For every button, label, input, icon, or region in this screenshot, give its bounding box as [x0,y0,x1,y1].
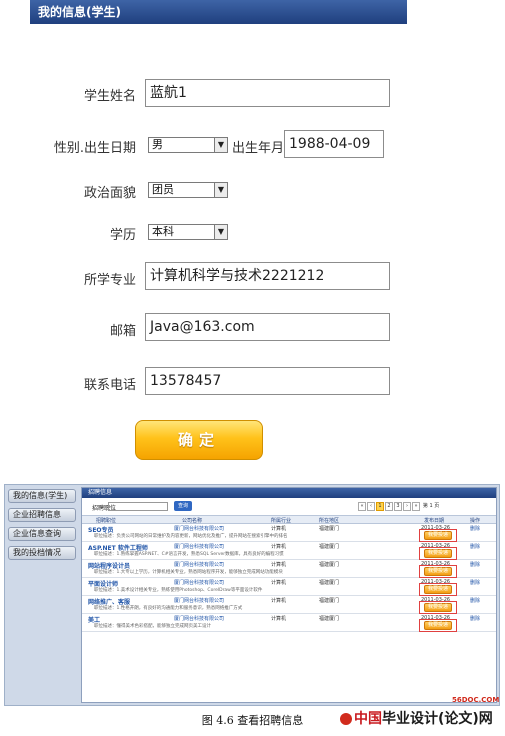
chevron-down-icon: ▼ [214,183,227,197]
education-select[interactable]: 本科 ▼ [148,224,228,240]
job-company[interactable]: 厦门网台科技有限公司 [174,579,224,586]
phone-field[interactable]: 13578457 [145,367,390,395]
job-industry: 计算机 [271,616,287,622]
job-description: 职位描述：1.熟练掌握ASP.NET、C#语言开发，熟悉SQL Server数据… [94,552,284,557]
job-industry: 计算机 [271,580,287,586]
logo-icon [340,713,352,725]
job-company[interactable]: 厦门网台科技有限公司 [174,615,224,622]
job-description: 职位描述：懂得美术色彩搭配，能够独立完成网页美工设计 [94,624,211,629]
apply-button[interactable]: 我要投递 [424,531,452,540]
name-field[interactable]: 蓝航1 [145,79,390,107]
pager-first-icon[interactable]: « [358,502,366,511]
job-company[interactable]: 厦门网台科技有限公司 [174,561,224,568]
job-location: 福建厦门 [319,598,340,604]
col-date: 发布日期 [424,518,445,524]
pager-last-icon[interactable]: » [412,502,420,511]
job-location: 福建厦门 [319,580,340,586]
table-row: 美工 厦门网台科技有限公司 计算机 福建厦门 2011-03-26 职位描述：懂… [82,614,496,632]
apply-button[interactable]: 我要投递 [424,603,452,612]
side-nav: 我的信息(学生) 企业招聘信息 企业信息查询 我的投档情况 [5,489,79,565]
major-label: 所学专业 [83,273,136,288]
confirm-button[interactable]: 确定 [135,420,263,460]
gender-select[interactable]: 男 ▼ [148,137,228,153]
education-value: 本科 [152,225,174,238]
logo-text: 毕业设计(论文)网 [382,711,493,727]
delete-link[interactable]: 删除 [470,579,480,586]
table-header: 招聘职位 公司名称 所属行业 所在地区 发布日期 操作 [82,515,496,524]
chevron-down-icon: ▼ [214,225,227,239]
birth-label: 出生年月 [232,141,285,156]
col-location: 所在地区 [319,518,340,524]
search-button[interactable]: 查询 [174,501,192,511]
page-header: 我的信息(学生) [30,0,407,24]
pager-prev-icon[interactable]: ‹ [367,502,375,511]
page-1[interactable]: 1 [376,502,384,511]
pager-next-icon[interactable]: › [403,502,411,511]
nav-my-applications[interactable]: 我的投档情况 [8,546,76,560]
job-location: 福建厦门 [319,526,340,532]
nav-company-jobs[interactable]: 企业招聘信息 [8,508,76,522]
job-location: 福建厦门 [319,562,340,568]
table-row: 网络推广、客服 厦门网台科技有限公司 计算机 福建厦门 2011-03-26 职… [82,596,496,614]
pager-suffix: 第 1 页 [422,503,440,509]
apply-button[interactable]: 我要投递 [424,621,452,630]
delete-link[interactable]: 删除 [470,543,480,550]
logo-text-red: 中国 [354,711,382,727]
apply-button[interactable]: 我要投递 [424,549,452,558]
email-label: 邮箱 [109,324,136,339]
apply-button[interactable]: 我要投递 [424,585,452,594]
delete-link[interactable]: 删除 [470,525,480,532]
job-description: 职位描述：负责公司网站的日常维护及内容更新，网站优化及推广，提升网站在搜索引擎中… [94,534,288,539]
job-list-screenshot: 我的信息(学生) 企业招聘信息 企业信息查询 我的投档情况 招聘信息 招聘职位 … [4,484,500,706]
political-label: 政治面貌 [83,186,136,201]
nav-my-info[interactable]: 我的信息(学生) [8,489,76,503]
pager: «‹ 1 2 3 ›» 第 1 页 [358,502,439,511]
apply-button[interactable]: 我要投递 [424,567,452,576]
delete-link[interactable]: 删除 [470,561,480,568]
col-company: 公司名称 [182,518,203,524]
job-description: 职位描述：1.性格开朗，有良好的沟通能力和服务意识，熟悉网络推广方式 [94,606,243,611]
table-row: SEO专员 厦门网台科技有限公司 计算机 福建厦门 2011-03-26 职位描… [82,524,496,542]
major-field[interactable]: 计算机科学与技术2221212 [145,262,390,290]
job-description: 职位描述：1.美术设计相关专业，熟练使用Photoshop、CorelDraw等… [94,588,263,593]
col-industry: 所属行业 [271,518,292,524]
filter-row: 招聘职位 查询 «‹ 1 2 3 ›» 第 1 页 [82,501,496,515]
table-row: 平面设计师 厦门网台科技有限公司 计算机 福建厦门 2011-03-26 职位描… [82,578,496,596]
chevron-down-icon: ▼ [214,138,227,152]
job-search-input[interactable] [108,502,168,511]
table-row: ASP.NET 软件工程师 厦门网台科技有限公司 计算机 福建厦门 2011-0… [82,542,496,560]
site-url: 56DOC.COM [452,696,500,704]
birth-date-field[interactable]: 1988-04-09 [284,130,384,158]
phone-label: 联系电话 [83,378,136,393]
education-label: 学历 [109,228,136,243]
job-industry: 计算机 [271,598,287,604]
tab-job-info[interactable]: 招聘信息 [82,488,496,498]
table-row: 网站程序设计员 厦门网台科技有限公司 计算机 福建厦门 2011-03-26 职… [82,560,496,578]
gender-value: 男 [152,138,163,151]
job-location: 福建厦门 [319,544,340,550]
footer-logo: 中国毕业设计(论文)网 [340,708,493,728]
job-industry: 计算机 [271,526,287,532]
col-action: 操作 [470,518,481,524]
political-select[interactable]: 团员 ▼ [148,182,228,198]
job-company[interactable]: 厦门网台科技有限公司 [174,525,224,532]
col-title: 招聘职位 [96,518,117,524]
job-industry: 计算机 [271,544,287,550]
delete-link[interactable]: 删除 [470,597,480,604]
job-industry: 计算机 [271,562,287,568]
page-3[interactable]: 3 [394,502,402,511]
job-location: 福建厦门 [319,616,340,622]
job-company[interactable]: 厦门网台科技有限公司 [174,597,224,604]
nav-company-search[interactable]: 企业信息查询 [8,527,76,541]
gender-birth-label: 性别.出生日期 [53,141,136,156]
political-value: 团员 [152,183,174,196]
email-field[interactable]: Java@163.com [145,313,390,341]
delete-link[interactable]: 删除 [470,615,480,622]
job-list-panel: 招聘信息 招聘职位 查询 «‹ 1 2 3 ›» 第 1 页 招聘职位 公司名称 所属行… [81,487,497,703]
job-description: 职位描述：1.大专以上学历，计算机相关专业，熟悉网站程序开发，能够独立完成网站功… [94,570,283,575]
page-2[interactable]: 2 [385,502,393,511]
name-label: 学生姓名 [83,89,136,104]
job-company[interactable]: 厦门网台科技有限公司 [174,543,224,550]
